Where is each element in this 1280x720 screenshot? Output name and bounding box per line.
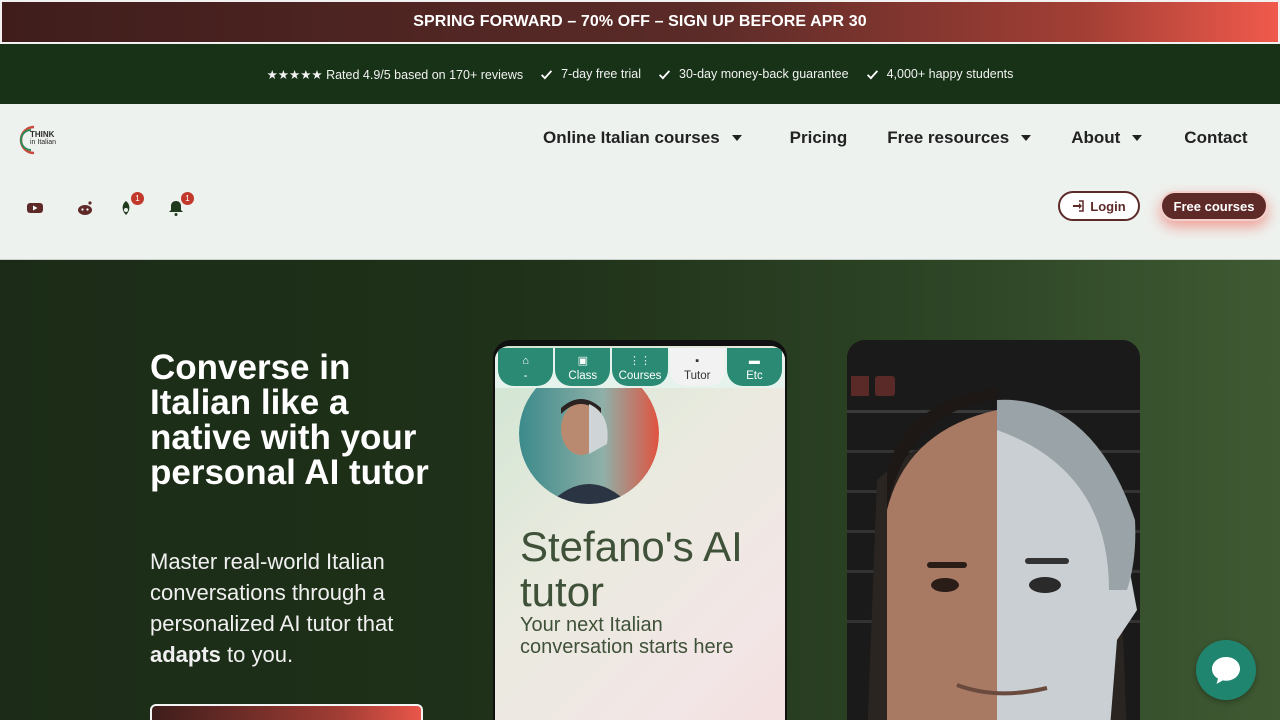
notification-badge: 1 bbox=[181, 192, 194, 205]
hero-title: Converse in Italian like a native with y… bbox=[150, 348, 429, 492]
login-icon bbox=[1073, 200, 1085, 212]
phone-tab-bar: ⌂ - ▣ Class ⋮⋮ Courses ▪ Tutor ▬ Etc bbox=[495, 348, 785, 388]
nav-item-about[interactable]: About bbox=[1071, 128, 1143, 148]
tab-label: Tutor bbox=[684, 370, 711, 382]
rating-text: ★★★★★ Rated 4.9/5 based on 170+ reviews bbox=[266, 67, 524, 82]
check-icon bbox=[866, 69, 878, 79]
youtube-icon bbox=[27, 203, 43, 213]
trust-item-guarantee: 30-day money-back guarantee bbox=[658, 67, 849, 81]
tab-label: Etc bbox=[746, 370, 763, 382]
check-icon bbox=[541, 69, 553, 79]
hero-subtitle-text: Master real-world Italian conversations … bbox=[150, 549, 394, 636]
login-button[interactable]: Login bbox=[1058, 191, 1140, 221]
chevron-down-icon bbox=[1021, 135, 1032, 141]
tab-tutor[interactable]: ▪ Tutor bbox=[669, 348, 725, 386]
nav-item-contact[interactable]: Contact bbox=[1184, 128, 1247, 148]
phone-screen: ⌂ - ▣ Class ⋮⋮ Courses ▪ Tutor ▬ Etc Ste… bbox=[495, 346, 785, 720]
trust-item-label: 30-day money-back guarantee bbox=[679, 67, 849, 81]
nav-label: About bbox=[1071, 128, 1121, 147]
class-icon: ▣ bbox=[577, 355, 588, 367]
chat-widget-button[interactable] bbox=[1196, 640, 1256, 700]
trust-item-trial: 7-day free trial bbox=[540, 67, 641, 81]
nav-item-free-resources[interactable]: Free resources bbox=[887, 128, 1032, 148]
nav-label: Online Italian courses bbox=[543, 128, 720, 147]
nav-item-courses[interactable]: Online Italian courses bbox=[543, 128, 742, 148]
tutor-avatar bbox=[519, 384, 659, 504]
youtube-link[interactable] bbox=[25, 198, 45, 218]
nav-label: Pricing bbox=[789, 128, 848, 147]
logo-text[interactable]: THINK in Italian bbox=[30, 131, 56, 147]
nav-item-pricing[interactable]: Pricing bbox=[790, 128, 848, 148]
login-label: Login bbox=[1090, 198, 1126, 214]
courses-icon: ⋮⋮ bbox=[629, 355, 651, 367]
chat-bubble-icon bbox=[1212, 657, 1240, 684]
home-icon: ⌂ bbox=[522, 355, 529, 367]
chevron-down-icon bbox=[1132, 135, 1143, 141]
tutor-portrait-card bbox=[847, 340, 1140, 720]
trust-bar: ★★★★★ Rated 4.9/5 based on 170+ reviews … bbox=[0, 44, 1280, 104]
hero-cta-button[interactable] bbox=[150, 704, 423, 720]
hero-subtitle-end: to you. bbox=[220, 642, 294, 667]
promo-text: SPRING FORWARD – 70% OFF – SIGN UP BEFOR… bbox=[413, 13, 867, 30]
reddit-link[interactable] bbox=[75, 198, 95, 218]
trust-item-students: 4,000+ happy students bbox=[866, 67, 1014, 81]
main-nav: Online Italian courses Pricing Free reso… bbox=[543, 128, 1248, 148]
trust-item-label: 7-day free trial bbox=[561, 67, 641, 81]
nav-label: Free resources bbox=[887, 128, 1010, 147]
half-human-half-robot-image bbox=[847, 340, 1140, 720]
tab-label: - bbox=[523, 370, 528, 382]
tab-label: Class bbox=[568, 370, 598, 382]
free-courses-button[interactable]: Free courses bbox=[1160, 191, 1268, 221]
phone-subtitle: Your next Italian conversation starts he… bbox=[520, 614, 734, 658]
phone-title: Stefano's AI tutor bbox=[520, 523, 743, 615]
promo-banner[interactable]: SPRING FORWARD – 70% OFF – SIGN UP BEFOR… bbox=[0, 0, 1280, 44]
folder-icon: ▬ bbox=[748, 355, 760, 367]
nav-label: Contact bbox=[1184, 128, 1248, 147]
reddit-icon bbox=[78, 201, 92, 215]
tab-home[interactable]: ⌂ - bbox=[498, 348, 554, 386]
chevron-down-icon bbox=[731, 135, 742, 141]
logo-line2: in Italian bbox=[30, 139, 57, 146]
phone-mockup: ⌂ - ▣ Class ⋮⋮ Courses ▪ Tutor ▬ Etc Ste… bbox=[493, 340, 787, 720]
tab-etc[interactable]: ▬ Etc bbox=[726, 348, 783, 386]
robot-icon: ▪ bbox=[695, 355, 700, 367]
notification-badge: 1 bbox=[131, 192, 144, 205]
hero-subtitle-emphasis: adapts bbox=[150, 642, 221, 667]
trust-item-label: 4,000+ happy students bbox=[886, 67, 1014, 81]
tab-courses[interactable]: ⋮⋮ Courses bbox=[612, 348, 668, 386]
check-icon bbox=[658, 69, 671, 79]
logo-line1: THINK bbox=[30, 130, 55, 139]
hero-subtitle: Master real-world Italian conversations … bbox=[150, 546, 440, 670]
tab-label: Courses bbox=[618, 370, 662, 382]
rating: ★★★★★ Rated 4.9/5 based on 170+ reviews bbox=[267, 67, 524, 82]
leaf-link[interactable]: 1 bbox=[116, 192, 144, 218]
notifications-link[interactable]: 1 bbox=[166, 192, 194, 218]
free-courses-label: Free courses bbox=[1173, 198, 1255, 214]
tab-class[interactable]: ▣ Class bbox=[555, 348, 611, 386]
tutor-portrait-image bbox=[519, 384, 659, 504]
